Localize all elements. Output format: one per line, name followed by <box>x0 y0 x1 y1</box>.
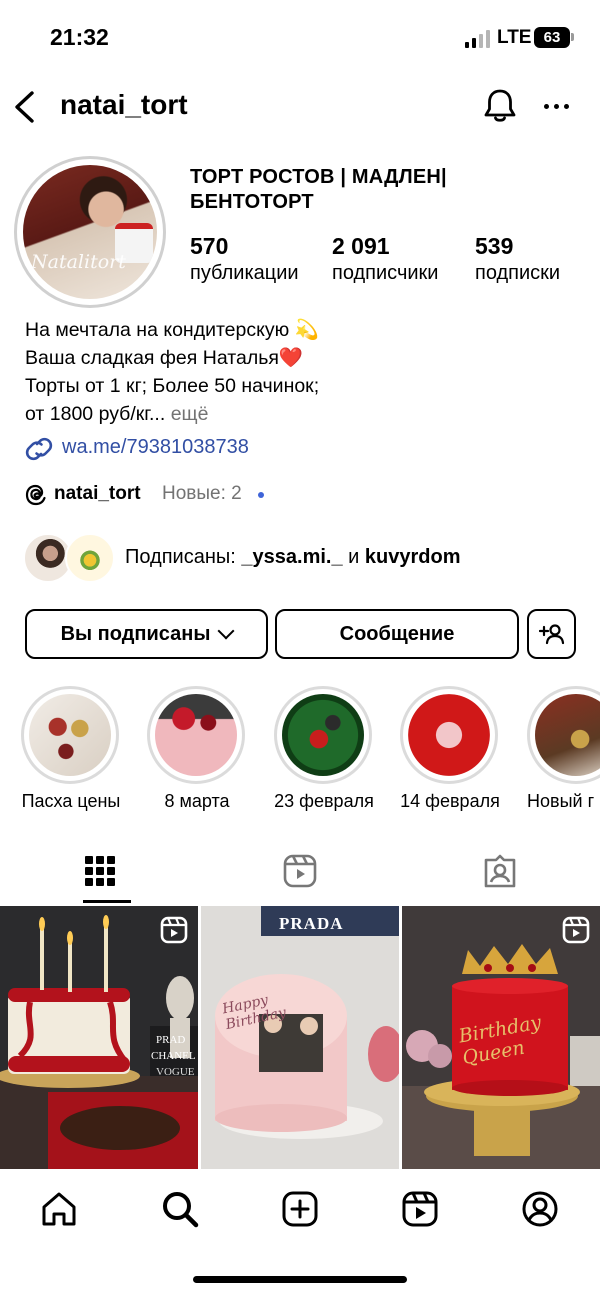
avatar[interactable]: Natalitort <box>23 165 157 299</box>
stat-label: подписки <box>475 262 561 284</box>
battery-icon: 63 <box>534 27 570 48</box>
stat-label: подписчики <box>332 262 439 284</box>
threads-icon <box>25 484 46 506</box>
post-brand-text: PRAD <box>156 1034 186 1046</box>
message-button-label: Сообщение <box>339 622 455 645</box>
mutual-user: _yssa.mi._ <box>241 546 343 568</box>
highlight-cover <box>155 694 237 776</box>
threads-new-count: Новые: 2 <box>162 483 242 504</box>
bio: На мечтала на кондитерскую 💫 Ваша сладка… <box>25 316 319 428</box>
stat-posts[interactable]: 570 публикации <box>190 233 299 285</box>
bell-icon[interactable] <box>483 88 517 124</box>
reels-icon[interactable] <box>283 854 317 888</box>
profile-full-name: ТОРТ РОСТОВ | МАДЛЕН| БЕНТОТОРТ <box>190 166 447 213</box>
highlight-cover <box>408 694 490 776</box>
chevron-down-icon <box>217 622 235 640</box>
stat-value: 2 091 <box>332 233 390 259</box>
profile-username-title: natai_tort <box>60 89 188 120</box>
mutual-conjunction: и <box>348 546 360 568</box>
message-button[interactable]: Сообщение <box>275 609 519 659</box>
mutual-prefix: Подписаны: <box>125 546 236 568</box>
tab-active-indicator <box>83 900 131 903</box>
home-icon[interactable] <box>40 1190 78 1228</box>
search-icon[interactable] <box>161 1190 199 1228</box>
bio-line: Торты от 1 кг; Более 50 начинок; <box>25 375 320 397</box>
bio-line: от 1800 руб/кг... <box>25 403 166 425</box>
bio-line-last: от 1800 руб/кг... ещё <box>25 400 319 428</box>
status-time: 21:32 <box>50 24 109 50</box>
post-brand-text: CHANEL <box>151 1050 196 1062</box>
stat-value: 570 <box>190 233 229 259</box>
highlight-label: Новый г <box>527 791 595 811</box>
more-icon[interactable] <box>542 104 572 110</box>
profile-icon[interactable] <box>521 1190 559 1228</box>
bio-more-link[interactable]: ещё <box>171 403 209 425</box>
bio-line: Ваша сладкая фея Наталья❤️ <box>25 347 304 369</box>
following-button[interactable]: Вы подписаны <box>25 609 268 659</box>
tagged-icon[interactable] <box>483 854 517 888</box>
post-tile[interactable]: PRAD CHANEL VOGUE <box>0 906 198 1169</box>
suggest-people-button[interactable] <box>527 609 576 659</box>
threads-username: natai_tort <box>54 483 141 504</box>
avatar <box>65 533 115 583</box>
reels-icon[interactable] <box>401 1190 439 1228</box>
bio-line: На мечтала на кондитерскую 💫 <box>25 319 319 341</box>
link-icon <box>25 437 53 461</box>
post-tile[interactable]: Birthday Queen <box>402 906 600 1169</box>
post-brand-text: PRADA <box>279 914 344 933</box>
mutual-followers-avatars[interactable] <box>23 533 115 583</box>
mutual-followers-text[interactable]: Подписаны: _yssa.mi._ и kuvyrdom <box>125 546 461 569</box>
status-bar: 21:32 LTE 63 <box>0 0 600 76</box>
network-label: LTE <box>497 27 532 48</box>
link-text[interactable]: wa.me/79381038738 <box>62 436 249 459</box>
create-icon[interactable] <box>281 1190 319 1228</box>
highlight-cover <box>282 694 364 776</box>
home-indicator <box>193 1276 407 1283</box>
stat-label: публикации <box>190 262 299 284</box>
post-image <box>201 906 399 1169</box>
post-brand-text: VOGUE <box>156 1066 195 1078</box>
reels-icon <box>562 916 590 944</box>
battery-tip <box>571 33 574 41</box>
following-button-label: Вы подписаны <box>60 622 211 645</box>
stat-followers[interactable]: 2 091 подписчики <box>332 233 438 285</box>
add-person-icon <box>538 624 564 645</box>
highlight-label: 14 февраля <box>400 791 500 811</box>
highlight-cover <box>29 694 111 776</box>
avatar-logo-script: Natalitort <box>31 251 126 273</box>
threads-dot <box>258 492 264 498</box>
stat-following[interactable]: 539 подписки <box>475 233 560 285</box>
grid-icon[interactable] <box>83 854 117 888</box>
mutual-user: kuvyrdom <box>364 546 461 568</box>
stat-value: 539 <box>475 233 514 259</box>
reels-icon <box>160 916 188 944</box>
back-icon[interactable] <box>12 90 36 124</box>
post-tile[interactable]: PRADA Happy Birthday <box>201 906 399 1169</box>
signal-icon <box>465 30 491 48</box>
